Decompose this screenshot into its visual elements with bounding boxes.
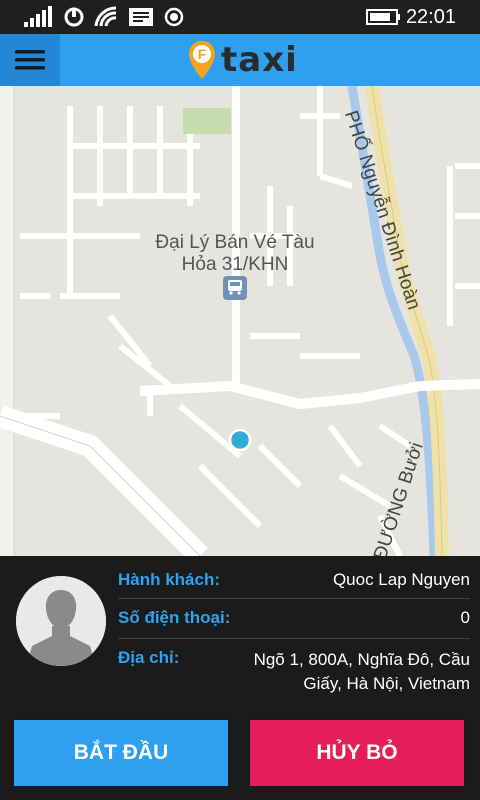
logo-pin-icon: F — [189, 41, 215, 79]
divider — [118, 638, 470, 639]
passenger-name-label: Hành khách: — [118, 570, 221, 589]
wifi-icon — [94, 6, 117, 27]
map-view[interactable]: Đại Lý Bán Vé Tàu Hỏa 31/KHN PHỐ Nguyễn … — [0, 86, 480, 556]
divider — [118, 598, 470, 599]
cancel-button[interactable]: HỦY BỎ — [248, 718, 466, 788]
passenger-phone-row: Số điện thoại: 0 — [118, 608, 470, 632]
status-bar: 22:01 — [0, 0, 480, 34]
logo-text: taxi — [221, 40, 298, 80]
app-logo: F taxi — [187, 38, 298, 82]
passenger-phone-value[interactable]: 0 — [461, 608, 470, 628]
location-icon — [164, 7, 184, 27]
battery-icon — [366, 9, 400, 25]
passenger-address-label: Địa chỉ: — [118, 648, 180, 667]
poi-label: Đại Lý Bán Vé Tàu Hỏa 31/KHN — [155, 232, 315, 275]
passenger-phone-label: Số điện thoại: — [118, 608, 231, 627]
clock: 22:01 — [405, 6, 456, 28]
passenger-address-value: Ngõ 1, 800A, Nghĩa Đô, Cầu Giấy, Hà Nội,… — [253, 650, 470, 693]
hamburger-menu-icon[interactable] — [0, 34, 60, 86]
logo-letter: F — [198, 46, 207, 62]
sync-icon — [64, 7, 84, 27]
signal-icon — [24, 6, 52, 27]
avatar — [16, 576, 106, 666]
passenger-address-row: Địa chỉ: Ngõ 1, 800A, Nghĩa Đô, Cầu Giấy… — [118, 648, 470, 696]
app-bar: F taxi — [0, 34, 480, 86]
message-icon — [129, 8, 153, 26]
person-silhouette-icon — [16, 576, 106, 666]
start-button[interactable]: BẮT ĐẦU — [12, 718, 230, 788]
train-station-icon — [223, 276, 247, 300]
passenger-name-row: Hành khách: Quoc Lap Nguyen — [118, 570, 470, 594]
passenger-name-value: Quoc Lap Nguyen — [332, 570, 470, 589]
